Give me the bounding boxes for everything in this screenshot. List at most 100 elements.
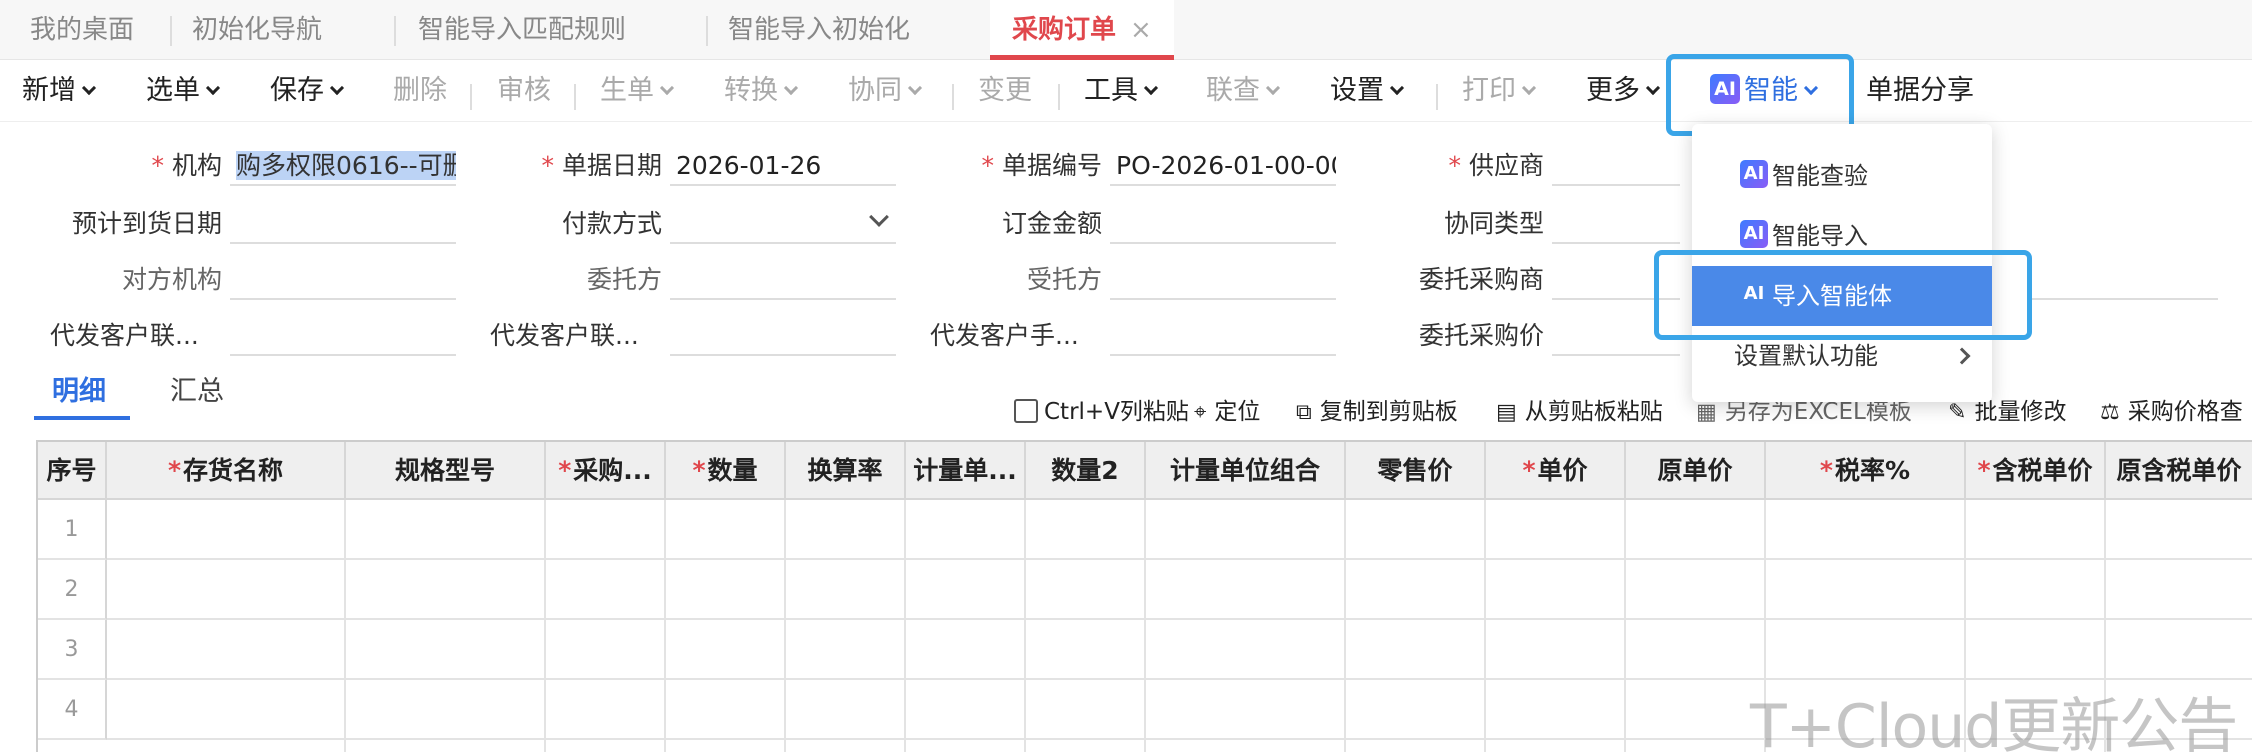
chevron-down-icon <box>81 80 97 96</box>
collab-type-label: 协同类型 <box>1443 209 1544 238</box>
supplier-label: * 供应商 <box>1448 151 1544 180</box>
paste-column-checkbox[interactable] <box>1014 398 1038 423</box>
price-check-icon: ⚖ <box>2100 400 2120 425</box>
drop-phone-label: 代发客户手... <box>930 321 1079 350</box>
menu-item-label: 智能查验 <box>1772 162 1868 190</box>
save-button[interactable]: 保存 <box>270 74 345 108</box>
chevron-down-icon <box>1645 80 1661 96</box>
change-button[interactable]: 变更 <box>978 74 1032 108</box>
tools-button[interactable]: 工具 <box>1084 74 1159 108</box>
convert-button[interactable]: 转换 <box>724 74 799 108</box>
print-button[interactable]: 打印 <box>1462 74 1537 108</box>
copy-clipboard-button[interactable]: ⧉ 复制到剪贴板 <box>1296 396 1458 428</box>
table-row[interactable] <box>107 500 2252 560</box>
tab-my-desktop[interactable]: 我的桌面 <box>30 0 134 60</box>
date-label: * 单据日期 <box>541 151 662 180</box>
tab-smart-import-rules[interactable]: 智能导入匹配规则 <box>418 0 626 60</box>
consignee-field[interactable] <box>1110 260 1336 300</box>
deposit-field[interactable] <box>1110 204 1336 244</box>
settings-label: 设置 <box>1330 75 1384 106</box>
pay-select[interactable] <box>670 204 896 244</box>
column-header[interactable]: 数量2 <box>1026 442 1146 500</box>
menu-item-label: 设置默认功能 <box>1734 342 1878 370</box>
watermark: T+Cloud更新公告 <box>1750 692 2238 752</box>
column-header[interactable]: *税率% <box>1766 442 1966 500</box>
eta-field[interactable] <box>230 204 456 244</box>
org-field[interactable]: 购多权限0616--可删 <box>230 146 456 186</box>
column-header[interactable]: *采购... <box>546 442 666 500</box>
tab-separator <box>706 16 708 46</box>
generate-button[interactable]: 生单 <box>600 74 675 108</box>
consignor-field[interactable] <box>670 260 896 300</box>
tab-detail[interactable]: 明细 <box>52 372 106 412</box>
column-header[interactable]: 换算率 <box>786 442 906 500</box>
consignor-label: 委托方 <box>586 265 662 294</box>
more-button[interactable]: 更多 <box>1586 74 1661 108</box>
column-header[interactable]: 原单价 <box>1626 442 1766 500</box>
toolbar-separator <box>574 84 576 110</box>
lookup-button[interactable]: 联查 <box>1206 74 1281 108</box>
tab-summary[interactable]: 汇总 <box>170 372 224 412</box>
close-icon[interactable]: × <box>1130 15 1152 45</box>
tab-separator <box>170 16 172 46</box>
chevron-down-icon <box>1389 80 1405 96</box>
paste-clipboard-button[interactable]: ▤ 从剪贴板粘贴 <box>1496 396 1663 428</box>
column-header[interactable]: 计量单... <box>906 442 1026 500</box>
tab-init-nav[interactable]: 初始化导航 <box>192 0 322 60</box>
deposit-label: 订金金额 <box>1001 209 1102 238</box>
toolbar-separator <box>952 84 954 110</box>
column-header[interactable]: *数量 <box>666 442 786 500</box>
new-button[interactable]: 新增 <box>22 74 97 108</box>
drop-contact2-label: 代发客户联... <box>490 321 639 350</box>
collab-type-field[interactable] <box>1552 204 1680 244</box>
settings-button[interactable]: 设置 <box>1330 74 1405 108</box>
tab-smart-import-init[interactable]: 智能导入初始化 <box>728 0 910 60</box>
row-number: 2 <box>38 560 107 620</box>
select-button[interactable]: 选单 <box>146 74 221 108</box>
counter-org-field[interactable] <box>230 260 456 300</box>
column-header[interactable]: 原含税单价 <box>2106 442 2252 500</box>
chevron-down-icon <box>869 207 889 227</box>
column-header[interactable]: *单价 <box>1486 442 1626 500</box>
column-header[interactable]: 计量单位组合 <box>1146 442 1346 500</box>
generate-label: 生单 <box>600 75 654 106</box>
eta-label: 预计到货日期 <box>71 209 222 238</box>
code-field[interactable]: PO-2026-01-00-00... <box>1110 146 1336 186</box>
chevron-down-icon <box>907 80 923 96</box>
select-label: 选单 <box>146 75 200 106</box>
delete-button[interactable]: 删除 <box>393 74 447 108</box>
drop-phone-field[interactable] <box>1110 316 1336 356</box>
entrust-buyer-field-ext[interactable] <box>2030 260 2218 300</box>
chevron-down-icon <box>329 80 345 96</box>
chevron-down-icon <box>205 80 221 96</box>
row-number: 1 <box>38 500 107 560</box>
new-label: 新增 <box>22 75 76 106</box>
column-header[interactable]: *存货名称 <box>107 442 346 500</box>
collab-button[interactable]: 协同 <box>848 74 923 108</box>
audit-button[interactable]: 审核 <box>497 74 551 108</box>
print-label: 打印 <box>1462 75 1516 106</box>
toolbar-separator <box>1058 84 1060 110</box>
paste-column-toggle[interactable]: Ctrl+V列粘贴 <box>1014 396 1189 428</box>
column-header[interactable]: 规格型号 <box>346 442 546 500</box>
column-header[interactable]: 序号 <box>38 442 107 500</box>
supplier-field[interactable] <box>1552 146 1680 186</box>
tab-purchase-order[interactable]: 采购订单 × <box>990 0 1174 60</box>
entrust-buyer-label: 委托采购商 <box>1418 265 1544 294</box>
table-row[interactable] <box>107 560 2252 620</box>
convert-label: 转换 <box>724 75 778 106</box>
menu-item-smart-check[interactable]: AI 智能查验 <box>1692 146 1992 206</box>
price-check-button[interactable]: ⚖ 采购价格查 <box>2100 396 2243 428</box>
table-row[interactable] <box>107 620 2252 680</box>
drop-contact2-field[interactable] <box>670 316 896 356</box>
drop-contact1-label: 代发客户联... <box>50 321 199 350</box>
share-button[interactable]: 单据分享 <box>1866 74 1974 108</box>
locate-button[interactable]: ⌖ 定位 <box>1194 396 1260 428</box>
chevron-down-icon <box>1521 80 1537 96</box>
column-header[interactable]: *含税单价 <box>1966 442 2106 500</box>
column-header[interactable]: 零售价 <box>1346 442 1486 500</box>
date-field[interactable]: 2026-01-26 <box>670 146 896 186</box>
ai-icon: AI <box>1740 220 1768 248</box>
copy-icon: ⧉ <box>1296 400 1312 425</box>
drop-contact1-field[interactable] <box>230 316 456 356</box>
